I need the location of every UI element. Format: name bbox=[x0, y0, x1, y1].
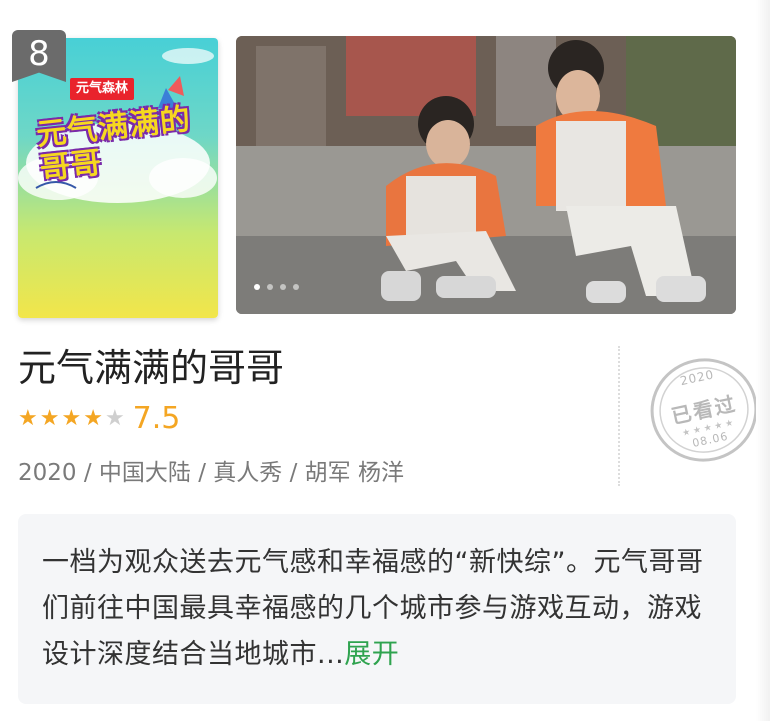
carousel-still-image bbox=[236, 36, 736, 314]
carousel-dot[interactable] bbox=[293, 284, 299, 290]
synopsis-text: 一档为观众送去元气感和幸福感的“新快综”。元气哥哥们前往中国最具幸福感的几个城市… bbox=[42, 540, 712, 678]
synopsis-card: 一档为观众送去元气感和幸福感的“新快综”。元气哥哥们前往中国最具幸福感的几个城市… bbox=[18, 514, 736, 704]
show-detail-page: 元气森林 元气满满的哥哥 8 元气满满的哥哥 ★ ★ ★ ★ ★ 7.5 202… bbox=[0, 0, 770, 721]
expand-link[interactable]: 展开 bbox=[344, 639, 399, 670]
show-poster[interactable]: 元气森林 元气满满的哥哥 bbox=[18, 38, 218, 318]
star-filled-icon: ★ bbox=[18, 406, 38, 431]
star-filled-icon: ★ bbox=[39, 406, 60, 431]
divider bbox=[618, 346, 620, 486]
carousel-dot[interactable] bbox=[267, 284, 273, 290]
rating: ★ ★ ★ ★ ★ 7.5 bbox=[18, 402, 180, 436]
scroll-edge bbox=[756, 0, 770, 721]
carousel-dot[interactable] bbox=[280, 284, 286, 290]
carousel-dot[interactable] bbox=[254, 284, 260, 290]
poster-brand-label: 元气森林 bbox=[70, 78, 135, 100]
rating-stars: ★ ★ ★ ★ ★ bbox=[18, 406, 125, 432]
stills-carousel[interactable] bbox=[236, 36, 736, 314]
show-title: 元气满满的哥哥 bbox=[18, 346, 285, 390]
watched-stamp[interactable]: ★ ★ ★ ★ ★ 2020 已看过 08.06 bbox=[638, 346, 770, 475]
star-filled-icon: ★ bbox=[61, 406, 82, 431]
rating-score: 7.5 bbox=[132, 401, 181, 436]
star-empty-icon: ★ bbox=[104, 406, 125, 431]
star-filled-icon: ★ bbox=[83, 406, 103, 431]
carousel-indicator bbox=[254, 284, 299, 290]
show-meta: 2020 / 中国大陆 / 真人秀 / 胡军 杨洋 bbox=[18, 460, 404, 486]
